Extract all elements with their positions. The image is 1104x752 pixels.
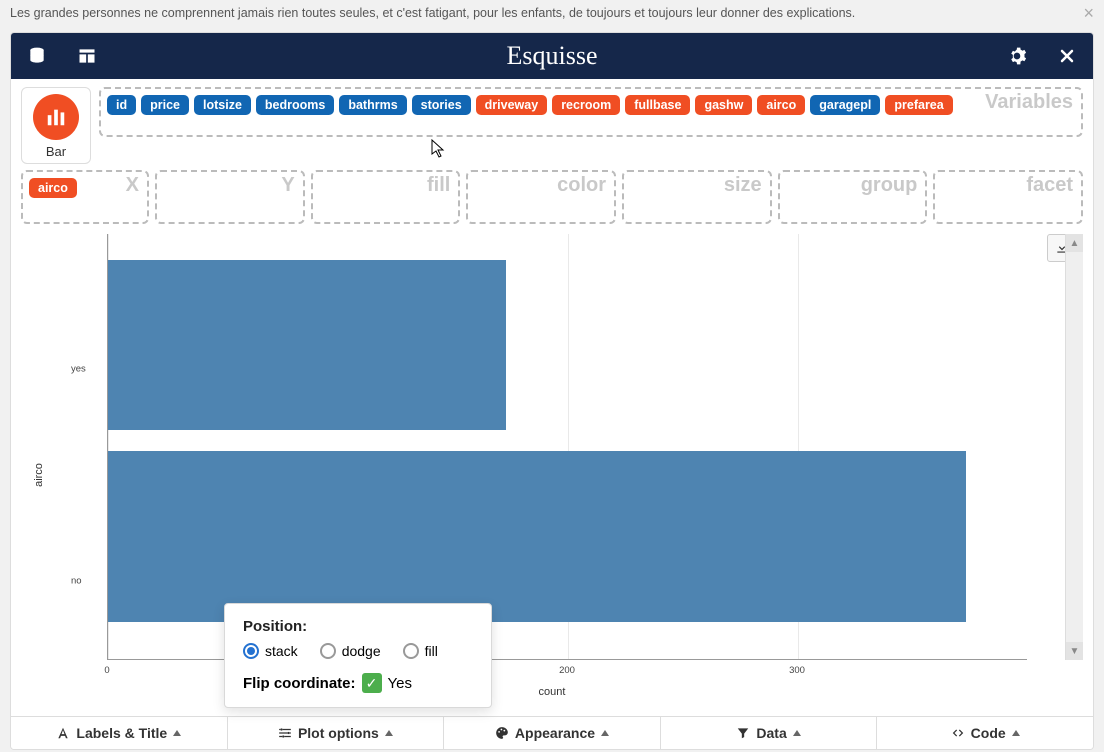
color-zone-title: color [557, 174, 606, 197]
x-dropzone[interactable]: airco X [21, 170, 149, 224]
x-tick-200: 200 [559, 665, 575, 676]
tab-code-text: Code [971, 725, 1006, 741]
pill-bathrms[interactable]: bathrms [339, 95, 406, 115]
app-header: Esquisse [11, 33, 1093, 79]
y-tick-no: no [71, 576, 82, 587]
x-tick-300: 300 [789, 665, 805, 676]
x-zone-title: X [126, 174, 139, 197]
main-panel: Esquisse Bar Variables idpricelotsizebed… [10, 32, 1094, 750]
pill-lotsize[interactable]: lotsize [194, 95, 251, 115]
pill-recroom[interactable]: recroom [552, 95, 620, 115]
radio-dot-icon [243, 643, 259, 659]
filter-icon [736, 726, 750, 740]
variables-dropzone[interactable]: Variables idpricelotsizebedroomsbathrms s… [99, 87, 1083, 137]
radio-fill[interactable]: fill [403, 643, 438, 659]
caret-up-icon [385, 730, 393, 736]
y-axis-label: airco [33, 463, 45, 487]
fill-dropzone[interactable]: fill [311, 170, 461, 224]
size-zone-title: size [724, 174, 762, 197]
radio-dodge-label: dodge [342, 643, 381, 659]
plot-options-popup: Position: stack dodge fill Flip coordina… [224, 603, 492, 708]
radio-stack-label: stack [265, 643, 298, 659]
tab-appearance-text: Appearance [515, 725, 595, 741]
font-icon [56, 726, 70, 740]
bar-no [108, 451, 966, 621]
tab-labels-text: Labels & Title [76, 725, 167, 741]
flip-value: Yes [388, 675, 412, 692]
pill-garagepl[interactable]: garagepl [810, 95, 880, 115]
bar-chart-icon [33, 94, 79, 140]
table-icon[interactable] [77, 46, 97, 66]
pill-airco[interactable]: airco [757, 95, 805, 115]
y-dropzone[interactable]: Y [155, 170, 305, 224]
caret-up-icon [793, 730, 801, 736]
tab-plot-options[interactable]: Plot options [228, 717, 445, 749]
tab-appearance[interactable]: Appearance [444, 717, 661, 749]
tab-plotopt-text: Plot options [298, 725, 379, 741]
pill-bedrooms[interactable]: bedrooms [256, 95, 334, 115]
fill-zone-title: fill [427, 174, 450, 197]
y-tick-yes: yes [71, 363, 86, 374]
facet-zone-title: facet [1026, 174, 1073, 197]
brand-title: Esquisse [507, 41, 598, 71]
pill-prefarea[interactable]: prefarea [885, 95, 952, 115]
quote-bar: Les grandes personnes ne comprennent jam… [0, 0, 1104, 26]
y-zone-title: Y [281, 174, 294, 197]
scroll-track[interactable]: ▲ ▼ [1065, 234, 1083, 660]
tab-data-text: Data [756, 725, 786, 741]
facet-dropzone[interactable]: facet [933, 170, 1083, 224]
bar-yes [108, 260, 506, 430]
radio-dot-icon [403, 643, 419, 659]
quote-text: Les grandes personnes ne comprennent jam… [10, 6, 855, 20]
gear-icon[interactable] [1007, 46, 1027, 66]
x-tick-0: 0 [104, 665, 109, 676]
tab-labels-title[interactable]: Labels & Title [11, 717, 228, 749]
pill-gashw[interactable]: gashw [695, 95, 752, 115]
group-zone-title: group [861, 174, 918, 197]
scroll-up-icon[interactable]: ▲ [1066, 234, 1083, 252]
caret-up-icon [173, 730, 181, 736]
color-dropzone[interactable]: color [466, 170, 616, 224]
tab-code[interactable]: Code [877, 717, 1093, 749]
size-dropzone[interactable]: size [622, 170, 772, 224]
check-icon[interactable]: ✓ [362, 673, 382, 693]
radio-fill-label: fill [425, 643, 438, 659]
footer-tabs: Labels & Title Plot options Appearance D… [11, 716, 1093, 749]
palette-icon [495, 726, 509, 740]
radio-dodge[interactable]: dodge [320, 643, 381, 659]
data-icon[interactable] [27, 46, 47, 66]
position-heading: Position: [243, 618, 473, 635]
caret-up-icon [601, 730, 609, 736]
pill-driveway[interactable]: driveway [476, 95, 548, 115]
variables-zone-title: Variables [985, 91, 1073, 114]
group-dropzone[interactable]: group [778, 170, 928, 224]
close-icon[interactable]: × [1083, 4, 1094, 22]
sliders-icon [278, 726, 292, 740]
x-axis-label: count [539, 686, 566, 698]
close-app-icon[interactable] [1057, 46, 1077, 66]
pill-id[interactable]: id [107, 95, 136, 115]
pill-stories[interactable]: stories [412, 95, 471, 115]
pill-airco-x[interactable]: airco [29, 178, 77, 198]
radio-stack[interactable]: stack [243, 643, 298, 659]
flip-label: Flip coordinate: [243, 675, 356, 692]
code-icon [951, 726, 965, 740]
geom-picker[interactable]: Bar [21, 87, 91, 164]
tab-data[interactable]: Data [661, 717, 878, 749]
pill-price[interactable]: price [141, 95, 189, 115]
pill-fullbase[interactable]: fullbase [625, 95, 690, 115]
geom-label: Bar [26, 144, 86, 159]
plot-canvas [107, 234, 1027, 660]
radio-dot-icon [320, 643, 336, 659]
scroll-down-icon[interactable]: ▼ [1066, 642, 1083, 660]
chart-area: ▲ ▼ airco count yes no 0 200 300 [21, 234, 1083, 716]
caret-up-icon [1012, 730, 1020, 736]
